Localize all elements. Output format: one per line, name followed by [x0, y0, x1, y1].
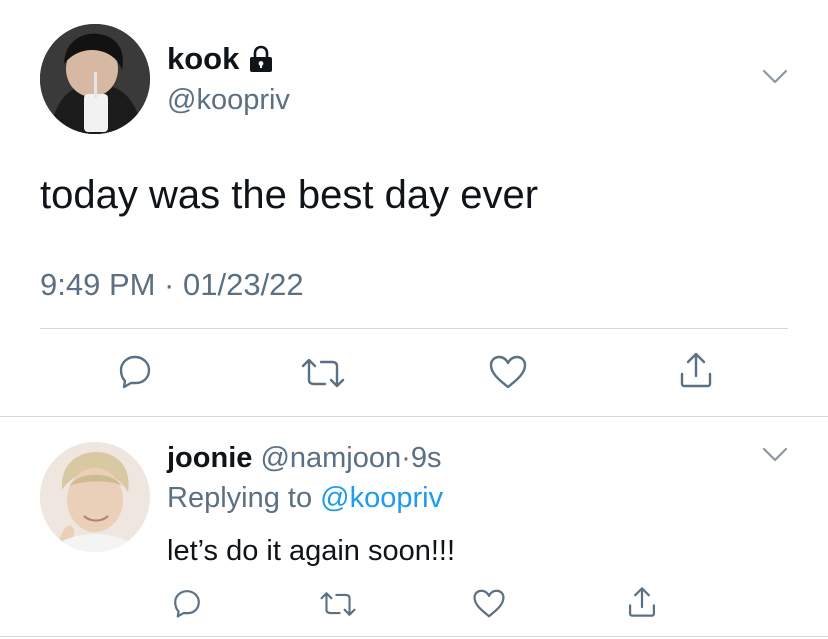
avatar[interactable]	[40, 442, 150, 552]
timestamp[interactable]: 9:49 PM · 01/23/22	[40, 266, 304, 304]
replying-to-label: Replying to	[167, 482, 313, 514]
main-tweet: kook @koopriv today was the best day eve…	[0, 0, 828, 416]
replying-to-handle-link[interactable]: @koopriv	[320, 482, 443, 514]
separator: ·	[401, 442, 411, 474]
display-name[interactable]: kook	[167, 41, 239, 77]
reply-tweet[interactable]: joonie @namjoon·9s Replying to @koopriv …	[0, 417, 828, 639]
relative-time[interactable]: 9s	[411, 442, 442, 474]
action-bar	[0, 350, 828, 396]
handle[interactable]: @namjoon	[260, 442, 401, 474]
divider	[40, 328, 788, 329]
reply-icon[interactable]	[116, 352, 154, 390]
like-icon[interactable]	[472, 588, 506, 619]
tweet-text: today was the best day ever	[40, 173, 539, 217]
handle[interactable]: @koopriv	[167, 83, 290, 117]
like-icon[interactable]	[488, 354, 528, 390]
share-icon[interactable]	[676, 350, 716, 390]
reply-text: let’s do it again soon!!!	[167, 535, 456, 567]
chevron-down-icon[interactable]	[762, 447, 788, 463]
replying-to: Replying to @koopriv	[167, 481, 443, 515]
chevron-down-icon[interactable]	[762, 69, 788, 85]
avatar[interactable]	[40, 24, 150, 134]
reply-header: joonie @namjoon·9s	[167, 441, 441, 475]
reply-icon[interactable]	[171, 587, 203, 619]
lock-icon	[248, 45, 274, 73]
action-bar	[0, 585, 828, 625]
retweet-icon[interactable]	[299, 356, 347, 390]
display-name[interactable]: joonie	[167, 442, 252, 474]
retweet-icon[interactable]	[318, 590, 358, 618]
bottom-divider	[0, 636, 828, 637]
share-icon[interactable]	[625, 585, 659, 619]
